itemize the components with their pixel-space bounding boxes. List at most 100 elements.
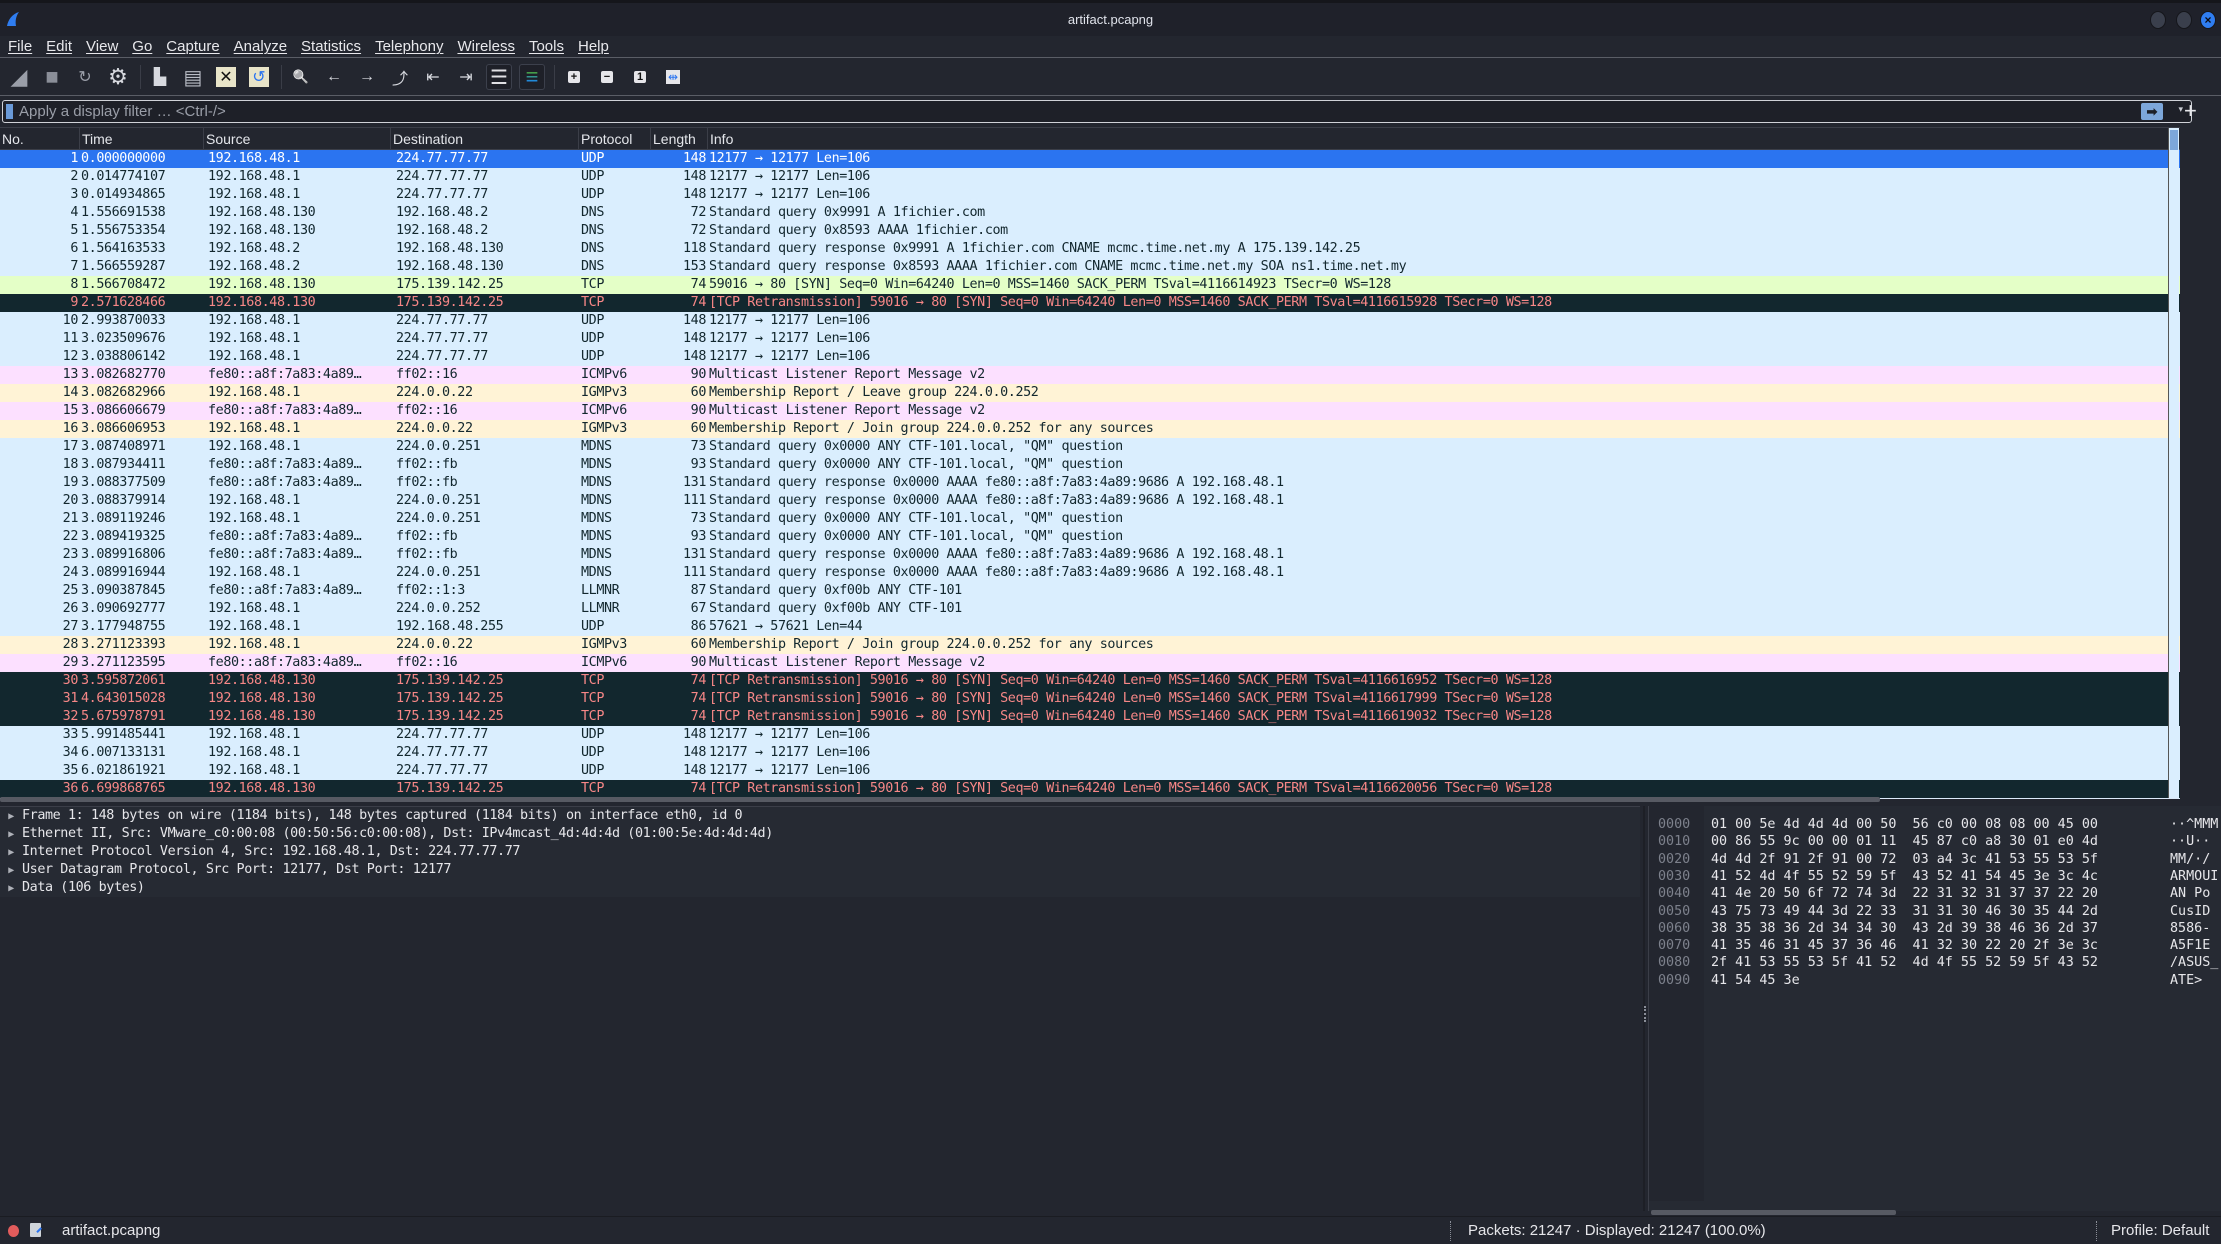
- packet-row[interactable]: 30 3.595872061 192.168.48.130 175.139.142.2…: [0, 672, 2180, 690]
- byte-row[interactable]: 0040 41 4e 20 50 6f 72 74 3d 22 31 32 31 …: [1649, 885, 2221, 902]
- packet-row[interactable]: 19 3.088377509 fe80::a8f:7a83:4a89… ff02::f…: [0, 474, 2180, 492]
- go-first-packet-button[interactable]: ⇤: [420, 64, 446, 90]
- add-filter-button[interactable]: +: [2184, 98, 2197, 124]
- packet-row[interactable]: 22 3.089419325 fe80::a8f:7a83:4a89… ff02::f…: [0, 528, 2180, 546]
- filter-history-dropdown[interactable]: ▾: [2178, 104, 2183, 115]
- packet-row[interactable]: 8 1.566708472 192.168.48.130 175.139.142.25…: [0, 276, 2180, 294]
- packet-list-scrollbar[interactable]: [2168, 128, 2179, 798]
- byte-row[interactable]: 0020 4d 4d 2f 91 2f 91 00 72 03 a4 3c 41 …: [1649, 851, 2221, 868]
- byte-row[interactable]: 0050 43 75 73 49 44 3d 22 33 31 31 30 46 …: [1649, 903, 2221, 920]
- menu-capture[interactable]: Capture: [166, 38, 219, 55]
- bytes-hscrollbar[interactable]: [1651, 1210, 1896, 1215]
- packet-row[interactable]: 29 3.271123595 fe80::a8f:7a83:4a89… ff02::1…: [0, 654, 2180, 672]
- menu-wireless[interactable]: Wireless: [457, 38, 515, 55]
- packet-row[interactable]: 10 2.993870033 192.168.48.1 224.77.77.77 UDP…: [0, 312, 2180, 330]
- menu-statistics[interactable]: Statistics: [301, 38, 361, 55]
- menu-analyze[interactable]: Analyze: [234, 38, 287, 55]
- detail-tree-item[interactable]: ▶ Frame 1: 148 bytes on wire (1184 bits),…: [0, 807, 1640, 825]
- packet-row[interactable]: 36 6.699868765 192.168.48.130 175.139.142.2…: [0, 780, 2180, 798]
- expand-arrow-icon[interactable]: ▶: [0, 826, 22, 844]
- bookmark-icon[interactable]: [6, 104, 13, 119]
- byte-row[interactable]: 0000 01 00 5e 4d 4d 4d 00 50 56 c0 00 08 …: [1649, 816, 2221, 833]
- menu-view[interactable]: View: [86, 38, 118, 55]
- menu-file[interactable]: File: [8, 38, 32, 55]
- scrollbar-thumb[interactable]: [2170, 130, 2178, 150]
- byte-row[interactable]: 0060 38 35 38 36 2d 34 34 30 43 2d 39 38 …: [1649, 920, 2221, 937]
- menu-go[interactable]: Go: [132, 38, 152, 55]
- reload-file-button[interactable]: ↺: [246, 64, 272, 90]
- column-header-protocol[interactable]: Protocol: [579, 128, 651, 149]
- packet-row[interactable]: 17 3.087408971 192.168.48.1 224.0.0.251 MDNS…: [0, 438, 2180, 456]
- capture-comment-icon[interactable]: [30, 1223, 41, 1237]
- packet-list[interactable]: No. Time Source Destination Protocol Len…: [0, 127, 2180, 799]
- go-forward-button[interactable]: →: [354, 64, 380, 90]
- display-filter-input[interactable]: [19, 102, 2119, 121]
- apply-filter-button[interactable]: ➡: [2141, 103, 2163, 120]
- byte-row[interactable]: 0010 00 86 55 9c 00 00 01 11 45 87 c0 a8 …: [1649, 833, 2221, 850]
- column-header-time[interactable]: Time: [80, 128, 204, 149]
- zoom-out-button[interactable]: −: [594, 64, 620, 90]
- packet-row[interactable]: 1 0.000000000 192.168.48.1 224.77.77.77 UDP 1…: [0, 150, 2180, 168]
- packet-row[interactable]: 5 1.556753354 192.168.48.130 192.168.48.2 DN…: [0, 222, 2180, 240]
- column-header-no[interactable]: No.: [0, 128, 80, 149]
- packet-row[interactable]: 13 3.082682770 fe80::a8f:7a83:4a89… ff02::1…: [0, 366, 2180, 384]
- packet-row[interactable]: 21 3.089119246 192.168.48.1 224.0.0.251 MDNS…: [0, 510, 2180, 528]
- packet-row[interactable]: 26 3.090692777 192.168.48.1 224.0.0.252 LLMN…: [0, 600, 2180, 618]
- byte-row[interactable]: 0090 41 54 45 3e ATE>: [1649, 972, 2221, 989]
- menu-tools[interactable]: Tools: [529, 38, 564, 55]
- byte-row[interactable]: 0030 41 52 4d 4f 55 52 59 5f 43 52 41 54 …: [1649, 868, 2221, 885]
- packet-row[interactable]: 11 3.023509676 192.168.48.1 224.77.77.77 UDP…: [0, 330, 2180, 348]
- save-file-button[interactable]: ▤: [180, 64, 206, 90]
- expand-arrow-icon[interactable]: ▶: [0, 844, 22, 862]
- autoscroll-button[interactable]: ☰: [486, 64, 512, 90]
- column-header-info[interactable]: Info: [708, 128, 2180, 149]
- column-header-destination[interactable]: Destination: [391, 128, 579, 149]
- detail-tree-item[interactable]: ▶ Data (106 bytes): [0, 879, 1640, 897]
- stop-capture-button[interactable]: ■: [39, 64, 65, 90]
- zoom-in-button[interactable]: +: [561, 64, 587, 90]
- go-to-packet-button[interactable]: ⤴: [387, 64, 413, 90]
- packet-row[interactable]: 18 3.087934411 fe80::a8f:7a83:4a89… ff02::f…: [0, 456, 2180, 474]
- expand-arrow-icon[interactable]: ▶: [0, 862, 22, 880]
- menu-help[interactable]: Help: [578, 38, 609, 55]
- detail-tree-item[interactable]: ▶ Ethernet II, Src: VMware_c0:00:08 (00:5…: [0, 825, 1640, 843]
- packet-details-pane[interactable]: ▶ Frame 1: 148 bytes on wire (1184 bits),…: [0, 806, 1640, 1211]
- close-window-button[interactable]: ×: [2200, 11, 2216, 29]
- packet-row[interactable]: 25 3.090387845 fe80::a8f:7a83:4a89… ff02::1…: [0, 582, 2180, 600]
- status-profile[interactable]: Profile: Default: [2111, 1222, 2209, 1239]
- packet-row[interactable]: 20 3.088379914 192.168.48.1 224.0.0.251 MDNS…: [0, 492, 2180, 510]
- packet-row[interactable]: 15 3.086606679 fe80::a8f:7a83:4a89… ff02::1…: [0, 402, 2180, 420]
- packet-row[interactable]: 27 3.177948755 192.168.48.1 192.168.48.255 U…: [0, 618, 2180, 636]
- packet-row[interactable]: 4 1.556691538 192.168.48.130 192.168.48.2 DN…: [0, 204, 2180, 222]
- start-capture-button[interactable]: ◢: [6, 64, 32, 90]
- byte-row[interactable]: 0080 2f 41 53 55 53 5f 41 52 4d 4f 55 52 …: [1649, 954, 2221, 971]
- packet-row[interactable]: 31 4.643015028 192.168.48.130 175.139.142.2…: [0, 690, 2180, 708]
- packet-row[interactable]: 34 6.007133131 192.168.48.1 224.77.77.77 UDP…: [0, 744, 2180, 762]
- packet-list-hscrollbar[interactable]: [0, 797, 1880, 802]
- menu-telephony[interactable]: Telephony: [375, 38, 443, 55]
- packet-row[interactable]: 3 0.014934865 192.168.48.1 224.77.77.77 UDP 1…: [0, 186, 2180, 204]
- column-header-length[interactable]: Length: [651, 128, 708, 149]
- packet-row[interactable]: 9 2.571628466 192.168.48.130 175.139.142.25…: [0, 294, 2180, 312]
- detail-tree-item[interactable]: ▶ Internet Protocol Version 4, Src: 192.1…: [0, 843, 1640, 861]
- expert-info-icon[interactable]: [8, 1225, 19, 1237]
- packet-row[interactable]: 12 3.038806142 192.168.48.1 224.77.77.77 UDP…: [0, 348, 2180, 366]
- packet-row[interactable]: 23 3.089916806 fe80::a8f:7a83:4a89… ff02::f…: [0, 546, 2180, 564]
- packet-row[interactable]: 16 3.086606953 192.168.48.1 224.0.0.22 IGMPv…: [0, 420, 2180, 438]
- close-file-button[interactable]: ✕: [213, 64, 239, 90]
- expand-arrow-icon[interactable]: ▶: [0, 808, 22, 826]
- colorize-button[interactable]: ≡: [519, 64, 545, 90]
- open-file-button[interactable]: ▙: [147, 64, 173, 90]
- packet-row[interactable]: 14 3.082682966 192.168.48.1 224.0.0.22 IGMPv…: [0, 384, 2180, 402]
- menu-edit[interactable]: Edit: [46, 38, 72, 55]
- packet-row[interactable]: 28 3.271123393 192.168.48.1 224.0.0.22 IGMPv…: [0, 636, 2180, 654]
- zoom-normal-button[interactable]: 1: [627, 64, 653, 90]
- packet-row[interactable]: 24 3.089916944 192.168.48.1 224.0.0.251 MDNS…: [0, 564, 2180, 582]
- capture-options-button[interactable]: ⚙: [105, 64, 131, 90]
- restart-capture-button[interactable]: ↻: [72, 64, 98, 90]
- packet-bytes-pane[interactable]: 0000 01 00 5e 4d 4d 4d 00 50 56 c0 00 08 …: [1648, 806, 2221, 1211]
- packet-row[interactable]: 33 5.991485441 192.168.48.1 224.77.77.77 UDP…: [0, 726, 2180, 744]
- column-header-source[interactable]: Source: [204, 128, 391, 149]
- find-packet-button[interactable]: 🔍: [288, 64, 314, 90]
- packet-row[interactable]: 32 5.675978791 192.168.48.130 175.139.142.2…: [0, 708, 2180, 726]
